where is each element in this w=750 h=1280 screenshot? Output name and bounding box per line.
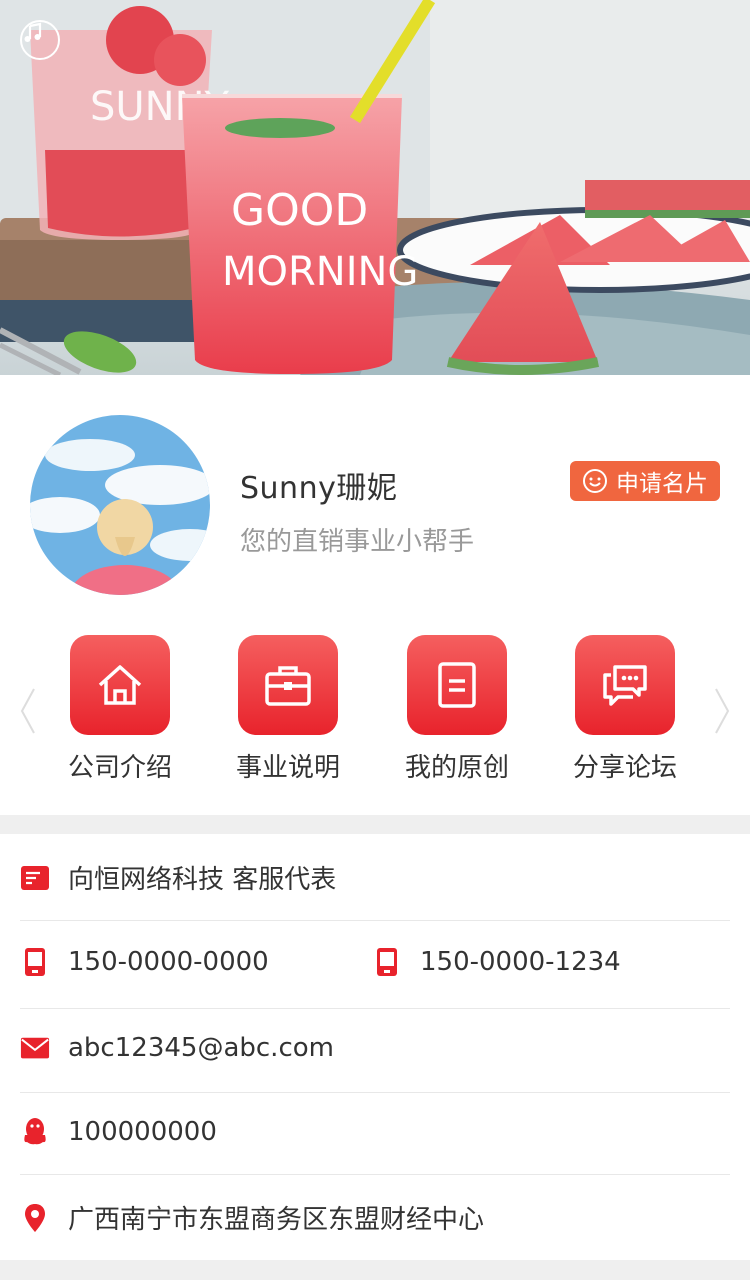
briefcase-icon [265,666,311,706]
quick-link-forum[interactable]: 分享论坛 [555,635,695,784]
music-note-icon [24,22,42,42]
phone-icon [377,948,397,976]
chevron-left-icon[interactable] [18,685,38,737]
profile-card: Sunny珊妮 您的直销事业小帮手 申请名片 公司介绍 事业说明 我的原创 分享… [0,375,750,815]
avatar[interactable] [30,415,210,595]
email-text: abc12345@abc.com [68,1033,334,1063]
chevron-right-icon[interactable] [712,685,732,737]
phone-1[interactable]: 150-0000-0000 [20,947,269,977]
chat-bubbles-icon [603,665,647,706]
mail-icon [20,1037,50,1059]
contact-row-email: abc12345@abc.com [20,1009,730,1093]
phone-2[interactable]: 150-0000-1234 [372,947,621,977]
smile-icon [583,469,607,493]
qq-penguin-icon [24,1118,46,1145]
phone-2-text: 150-0000-1234 [420,947,621,977]
hero-image: SUNNY GOOD MORNING [0,0,750,375]
quick-link-label: 事业说明 [235,753,340,783]
address[interactable]: 广西南宁市东盟商务区东盟财经中心 [20,1199,484,1236]
music-toggle-button[interactable] [20,20,60,60]
quick-link-label: 公司介绍 [67,753,172,783]
quick-link-company-intro[interactable]: 公司介绍 [50,635,190,784]
location-pin-icon [25,1203,45,1232]
quick-link-label: 分享论坛 [572,753,677,783]
apply-card-button[interactable]: 申请名片 [570,461,720,501]
hero-banner: SUNNY GOOD MORNING [0,0,750,375]
phone-1-text: 150-0000-0000 [68,947,269,977]
apply-card-label: 申请名片 [616,471,708,497]
contact-info: 向恒网络科技 客服代表 150-0000-0000 150-0000-1234 … [0,834,750,1260]
contact-row-qq: 100000000 [20,1093,730,1175]
address-text: 广西南宁市东盟商务区东盟财经中心 [68,1205,485,1235]
glass-text-good: GOOD [231,185,368,236]
contact-row-company: 向恒网络科技 客服代表 [20,834,730,921]
document-icon [438,662,476,708]
profile-name: Sunny珊妮 [240,471,398,506]
company-text: 向恒网络科技 客服代表 [68,865,337,895]
profile-tagline: 您的直销事业小帮手 [240,527,475,557]
qq[interactable]: 100000000 [20,1117,217,1147]
glass-text-morning: MORNING [222,249,418,295]
email[interactable]: abc12345@abc.com [20,1033,334,1063]
quick-link-original[interactable]: 我的原创 [387,635,527,784]
company-card-icon [21,865,49,890]
contact-row-address: 广西南宁市东盟商务区东盟财经中心 [20,1175,730,1260]
qq-text: 100000000 [68,1117,217,1147]
quick-link-label: 我的原创 [404,753,509,783]
contact-row-phones: 150-0000-0000 150-0000-1234 [20,921,730,1009]
quick-link-business[interactable]: 事业说明 [218,635,358,784]
phone-icon [25,948,45,976]
home-icon [98,665,142,705]
